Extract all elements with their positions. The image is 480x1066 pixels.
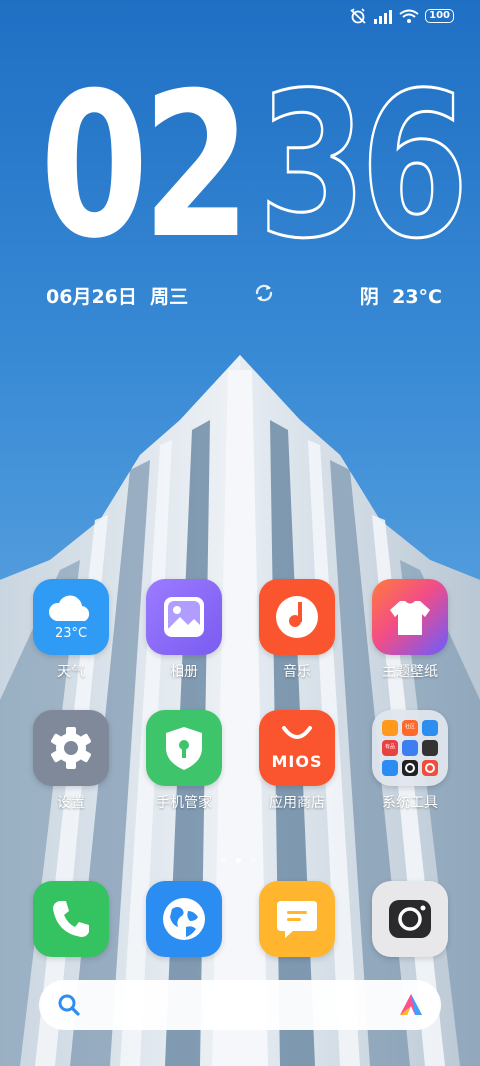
app-label: 设置 bbox=[57, 795, 85, 811]
app-label: 主题壁纸 bbox=[382, 664, 438, 680]
page-dot bbox=[221, 858, 226, 863]
phone-icon bbox=[33, 881, 109, 957]
folder-icon: 社区 有品 bbox=[372, 710, 448, 786]
security-icon bbox=[146, 710, 222, 786]
dock-camera[interactable] bbox=[365, 881, 455, 957]
music-icon bbox=[259, 579, 335, 655]
wifi-icon bbox=[399, 9, 419, 24]
messages-icon bbox=[259, 881, 335, 957]
refresh-icon[interactable] bbox=[253, 282, 275, 309]
status-bar: 100 bbox=[349, 8, 454, 24]
themes-icon bbox=[372, 579, 448, 655]
gallery-icon bbox=[146, 579, 222, 655]
settings-icon bbox=[33, 710, 109, 786]
battery-icon: 100 bbox=[425, 9, 454, 23]
folder-badge-youpin: 有品 bbox=[384, 744, 395, 750]
app-label: 系统工具 bbox=[382, 795, 438, 811]
alarm-off-icon bbox=[349, 8, 367, 24]
clock-minute: 36 bbox=[257, 50, 470, 283]
dock-browser[interactable] bbox=[139, 881, 229, 957]
browser-icon bbox=[146, 881, 222, 957]
app-themes[interactable]: 主题壁纸 bbox=[365, 579, 455, 681]
app-folder-system-tools[interactable]: 社区 有品 系统工具 bbox=[365, 710, 455, 812]
weather-icon-temp: 23°C bbox=[54, 626, 88, 641]
dock-phone[interactable] bbox=[26, 881, 116, 957]
page-dot bbox=[251, 858, 256, 863]
date-text: 06月26日 周三 bbox=[46, 286, 189, 308]
app-label: 相册 bbox=[170, 664, 198, 680]
app-label: 音乐 bbox=[283, 664, 311, 680]
app-security[interactable]: 手机管家 bbox=[139, 710, 229, 812]
weather-text: 阴 23°C bbox=[359, 286, 442, 308]
dock-messages[interactable] bbox=[252, 881, 342, 957]
app-store-icon: MIOS bbox=[259, 710, 335, 786]
app-weather[interactable]: 23°C 天气 bbox=[26, 579, 116, 681]
app-label: 应用商店 bbox=[269, 795, 325, 811]
search-bar[interactable] bbox=[39, 980, 441, 1030]
date-weather-line[interactable]: 06月26日 周三 阴 23°C bbox=[46, 282, 442, 308]
app-label: 手机管家 bbox=[156, 795, 212, 811]
search-icon[interactable] bbox=[57, 993, 81, 1017]
clock-widget[interactable]: 02 36 bbox=[40, 50, 470, 283]
camera-icon bbox=[372, 881, 448, 957]
app-gallery[interactable]: 相册 bbox=[139, 579, 229, 681]
app-store[interactable]: MIOS 应用商店 bbox=[252, 710, 342, 812]
page-dot-active bbox=[236, 858, 241, 863]
assistant-icon[interactable] bbox=[397, 991, 425, 1019]
folder-badge-community: 社区 bbox=[404, 724, 415, 730]
app-store-icon-text: MIOS bbox=[271, 752, 323, 771]
signal-icon bbox=[373, 9, 393, 24]
app-label: 天气 bbox=[57, 664, 85, 680]
weather-icon: 23°C bbox=[33, 579, 109, 655]
page-indicator bbox=[221, 858, 256, 863]
clock-hour: 02 bbox=[40, 50, 251, 283]
app-settings[interactable]: 设置 bbox=[26, 710, 116, 812]
app-music[interactable]: 音乐 bbox=[252, 579, 342, 681]
